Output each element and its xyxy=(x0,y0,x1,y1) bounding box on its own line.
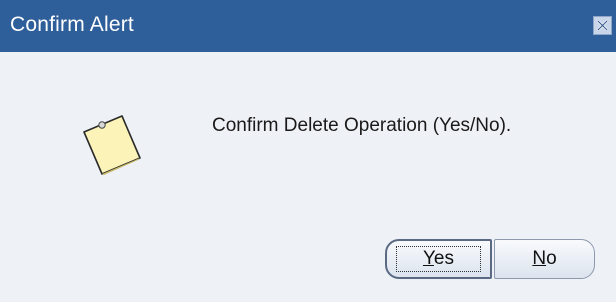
confirm-alert-dialog: Confirm Alert Confirm Delete Operation (… xyxy=(0,0,616,302)
yes-mnemonic: Y xyxy=(422,248,434,269)
no-button-label: No xyxy=(532,248,556,270)
no-button[interactable]: No xyxy=(494,239,595,279)
confirm-message: Confirm Delete Operation (Yes/No). xyxy=(212,115,512,136)
no-mnemonic: N xyxy=(532,248,547,269)
title-bar[interactable]: Confirm Alert xyxy=(0,0,616,52)
yes-button[interactable]: Yes xyxy=(385,239,492,279)
yes-label-rest: es xyxy=(433,248,454,269)
note-icon xyxy=(83,115,141,175)
yes-button-label: Yes xyxy=(423,248,454,270)
dialog-title: Confirm Alert xyxy=(10,13,134,36)
close-icon xyxy=(597,20,608,31)
no-label-rest: o xyxy=(546,248,557,269)
close-button[interactable] xyxy=(593,16,612,35)
